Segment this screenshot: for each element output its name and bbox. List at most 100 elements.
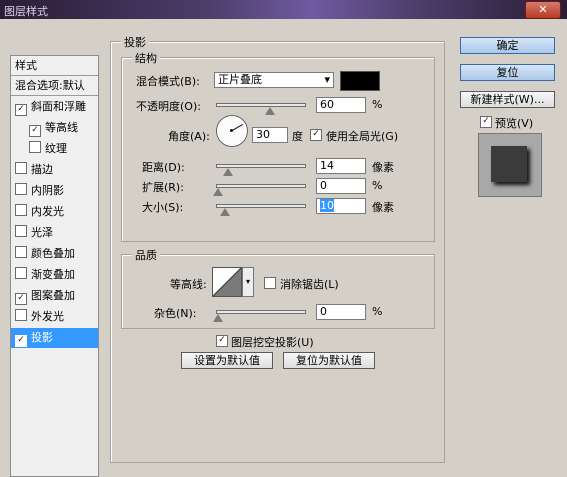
style-item-label: 图案叠加 — [31, 289, 75, 302]
structure-title: 结构 — [132, 50, 160, 66]
noise-input[interactable]: 0 — [316, 304, 366, 320]
noise-label: 杂色(N): — [154, 307, 197, 320]
angle-dial-hand — [232, 124, 243, 131]
angle-input[interactable]: 30 — [252, 127, 288, 143]
size-label: 大小(S): — [142, 201, 184, 214]
style-item-label: 纹理 — [45, 142, 67, 155]
size-input-value: 10 — [320, 199, 334, 212]
style-item-label: 斜面和浮雕 — [31, 100, 86, 113]
make-default-button[interactable]: 设置为默认值 — [181, 352, 273, 369]
style-item-checkbox[interactable] — [15, 162, 27, 174]
style-item-checkbox[interactable] — [15, 309, 27, 321]
distance-unit: 像素 — [372, 161, 394, 174]
contour-preview[interactable] — [212, 267, 242, 297]
style-item[interactable]: 渐变叠加 — [11, 265, 98, 285]
style-item-checkbox[interactable]: ✓ — [15, 104, 27, 116]
global-light-checkbox[interactable]: ✓ — [310, 129, 322, 141]
style-item[interactable]: 混合选项:默认 — [11, 76, 98, 96]
size-slider-handle[interactable] — [220, 208, 230, 216]
style-item[interactable]: 颜色叠加 — [11, 244, 98, 264]
style-item[interactable]: 纹理 — [11, 139, 98, 159]
quality-title: 品质 — [132, 247, 160, 263]
global-light-label[interactable]: 使用全局光(G) — [326, 128, 398, 144]
spread-slider-track[interactable] — [216, 184, 306, 188]
style-item-label: 光泽 — [31, 226, 53, 239]
style-item[interactable]: 光泽 — [11, 223, 98, 243]
opacity-slider-track[interactable] — [216, 103, 306, 107]
contour-curve-icon — [212, 267, 242, 297]
antialias-label[interactable]: 消除锯齿(L) — [280, 276, 339, 292]
opacity-label: 不透明度(O): — [136, 100, 201, 113]
style-item-checkbox[interactable] — [29, 141, 41, 153]
drop-shadow-panel: 投影 结构 混合模式(B): 正片叠底 ▾ 不透明度(O): 60 % 角度(A… — [110, 34, 445, 463]
style-item-checkbox[interactable] — [15, 183, 27, 195]
angle-label: 角度(A): — [168, 130, 210, 143]
style-item-checkbox[interactable] — [15, 204, 27, 216]
panel-title: 投影 — [121, 34, 149, 50]
opacity-input[interactable]: 60 — [316, 97, 366, 113]
style-item-label: 渐变叠加 — [31, 268, 75, 281]
blend-mode-select[interactable]: 正片叠底 ▾ — [214, 72, 334, 88]
quality-group: 品质 等高线: ▾ 消除锯齿(L) 杂色(N): 0 % — [121, 247, 435, 329]
style-preview-swatch — [491, 146, 527, 182]
contour-dropdown-icon[interactable]: ▾ — [242, 267, 254, 297]
styles-list: 样式 混合选项:默认 ✓ 斜面和浮雕 ✓ 等高线纹理描边内阴影内发光光泽颜色叠加渐变叠加… — [10, 55, 99, 477]
spread-input[interactable]: 0 — [316, 178, 366, 194]
style-item[interactable]: 内阴影 — [11, 181, 98, 201]
size-input[interactable]: 10 — [316, 198, 366, 214]
noise-slider-track[interactable] — [216, 310, 306, 314]
style-item-checkbox[interactable]: ✓ — [29, 125, 41, 137]
distance-slider-handle[interactable] — [223, 168, 233, 176]
blend-mode-value: 正片叠底 — [218, 73, 262, 86]
title-bar: 图层样式 ✕ — [0, 0, 567, 19]
style-item-label: 混合选项:默认 — [15, 79, 85, 92]
spread-unit: % — [372, 179, 383, 192]
style-item-label: 投影 — [31, 331, 53, 344]
style-item-checkbox[interactable] — [15, 246, 27, 258]
styles-list-header[interactable]: 样式 — [11, 56, 98, 76]
layer-style-dialog: 样式 混合选项:默认 ✓ 斜面和浮雕 ✓ 等高线纹理描边内阴影内发光光泽颜色叠加渐变叠加… — [0, 19, 567, 477]
style-item-label: 内阴影 — [31, 184, 64, 197]
style-item-label: 等高线 — [45, 121, 78, 134]
opacity-unit: % — [372, 98, 383, 111]
blend-color-swatch[interactable] — [340, 71, 380, 91]
size-unit: 像素 — [372, 201, 394, 214]
style-item-checkbox[interactable] — [15, 267, 27, 279]
style-item-label: 外发光 — [31, 310, 64, 323]
noise-slider-handle[interactable] — [213, 314, 223, 322]
distance-input[interactable]: 14 — [316, 158, 366, 174]
preview-label[interactable]: 预览(V) — [495, 115, 533, 131]
spread-slider-handle[interactable] — [213, 188, 223, 196]
window-title: 图层样式 — [4, 5, 48, 18]
style-item-label: 颜色叠加 — [31, 247, 75, 260]
style-item[interactable]: 外发光 — [11, 307, 98, 327]
angle-dial[interactable] — [216, 115, 248, 147]
style-item[interactable]: ✓ 图案叠加 — [11, 286, 98, 306]
blend-mode-label: 混合模式(B): — [136, 75, 200, 88]
style-item-checkbox[interactable] — [15, 225, 27, 237]
angle-unit: 度 — [292, 130, 303, 143]
reset-button[interactable]: 复位 — [460, 64, 555, 81]
distance-label: 距离(D): — [142, 161, 185, 174]
ok-button[interactable]: 确定 — [460, 37, 555, 54]
structure-group: 结构 混合模式(B): 正片叠底 ▾ 不透明度(O): 60 % 角度(A): … — [121, 50, 435, 242]
style-item-label: 描边 — [31, 163, 53, 176]
style-preview-box — [478, 133, 542, 197]
angle-dial-center — [230, 129, 233, 132]
close-button[interactable]: ✕ — [525, 1, 561, 19]
opacity-slider-handle[interactable] — [264, 107, 275, 115]
style-item-checkbox[interactable]: ✓ — [15, 335, 27, 347]
new-style-button[interactable]: 新建样式(W)... — [460, 91, 555, 108]
knockout-checkbox[interactable]: ✓ — [216, 335, 228, 347]
preview-checkbox[interactable]: ✓ — [480, 116, 492, 128]
chevron-down-icon: ▾ — [324, 73, 330, 86]
style-item[interactable]: ✓ 投影 — [11, 328, 98, 348]
reset-default-button[interactable]: 复位为默认值 — [283, 352, 375, 369]
style-item[interactable]: 内发光 — [11, 202, 98, 222]
antialias-checkbox[interactable] — [264, 277, 276, 289]
style-item-checkbox[interactable]: ✓ — [15, 293, 27, 305]
knockout-label[interactable]: 图层挖空投影(U) — [231, 334, 314, 350]
style-item[interactable]: ✓ 等高线 — [11, 118, 98, 138]
style-item[interactable]: ✓ 斜面和浮雕 — [11, 97, 98, 117]
style-item[interactable]: 描边 — [11, 160, 98, 180]
